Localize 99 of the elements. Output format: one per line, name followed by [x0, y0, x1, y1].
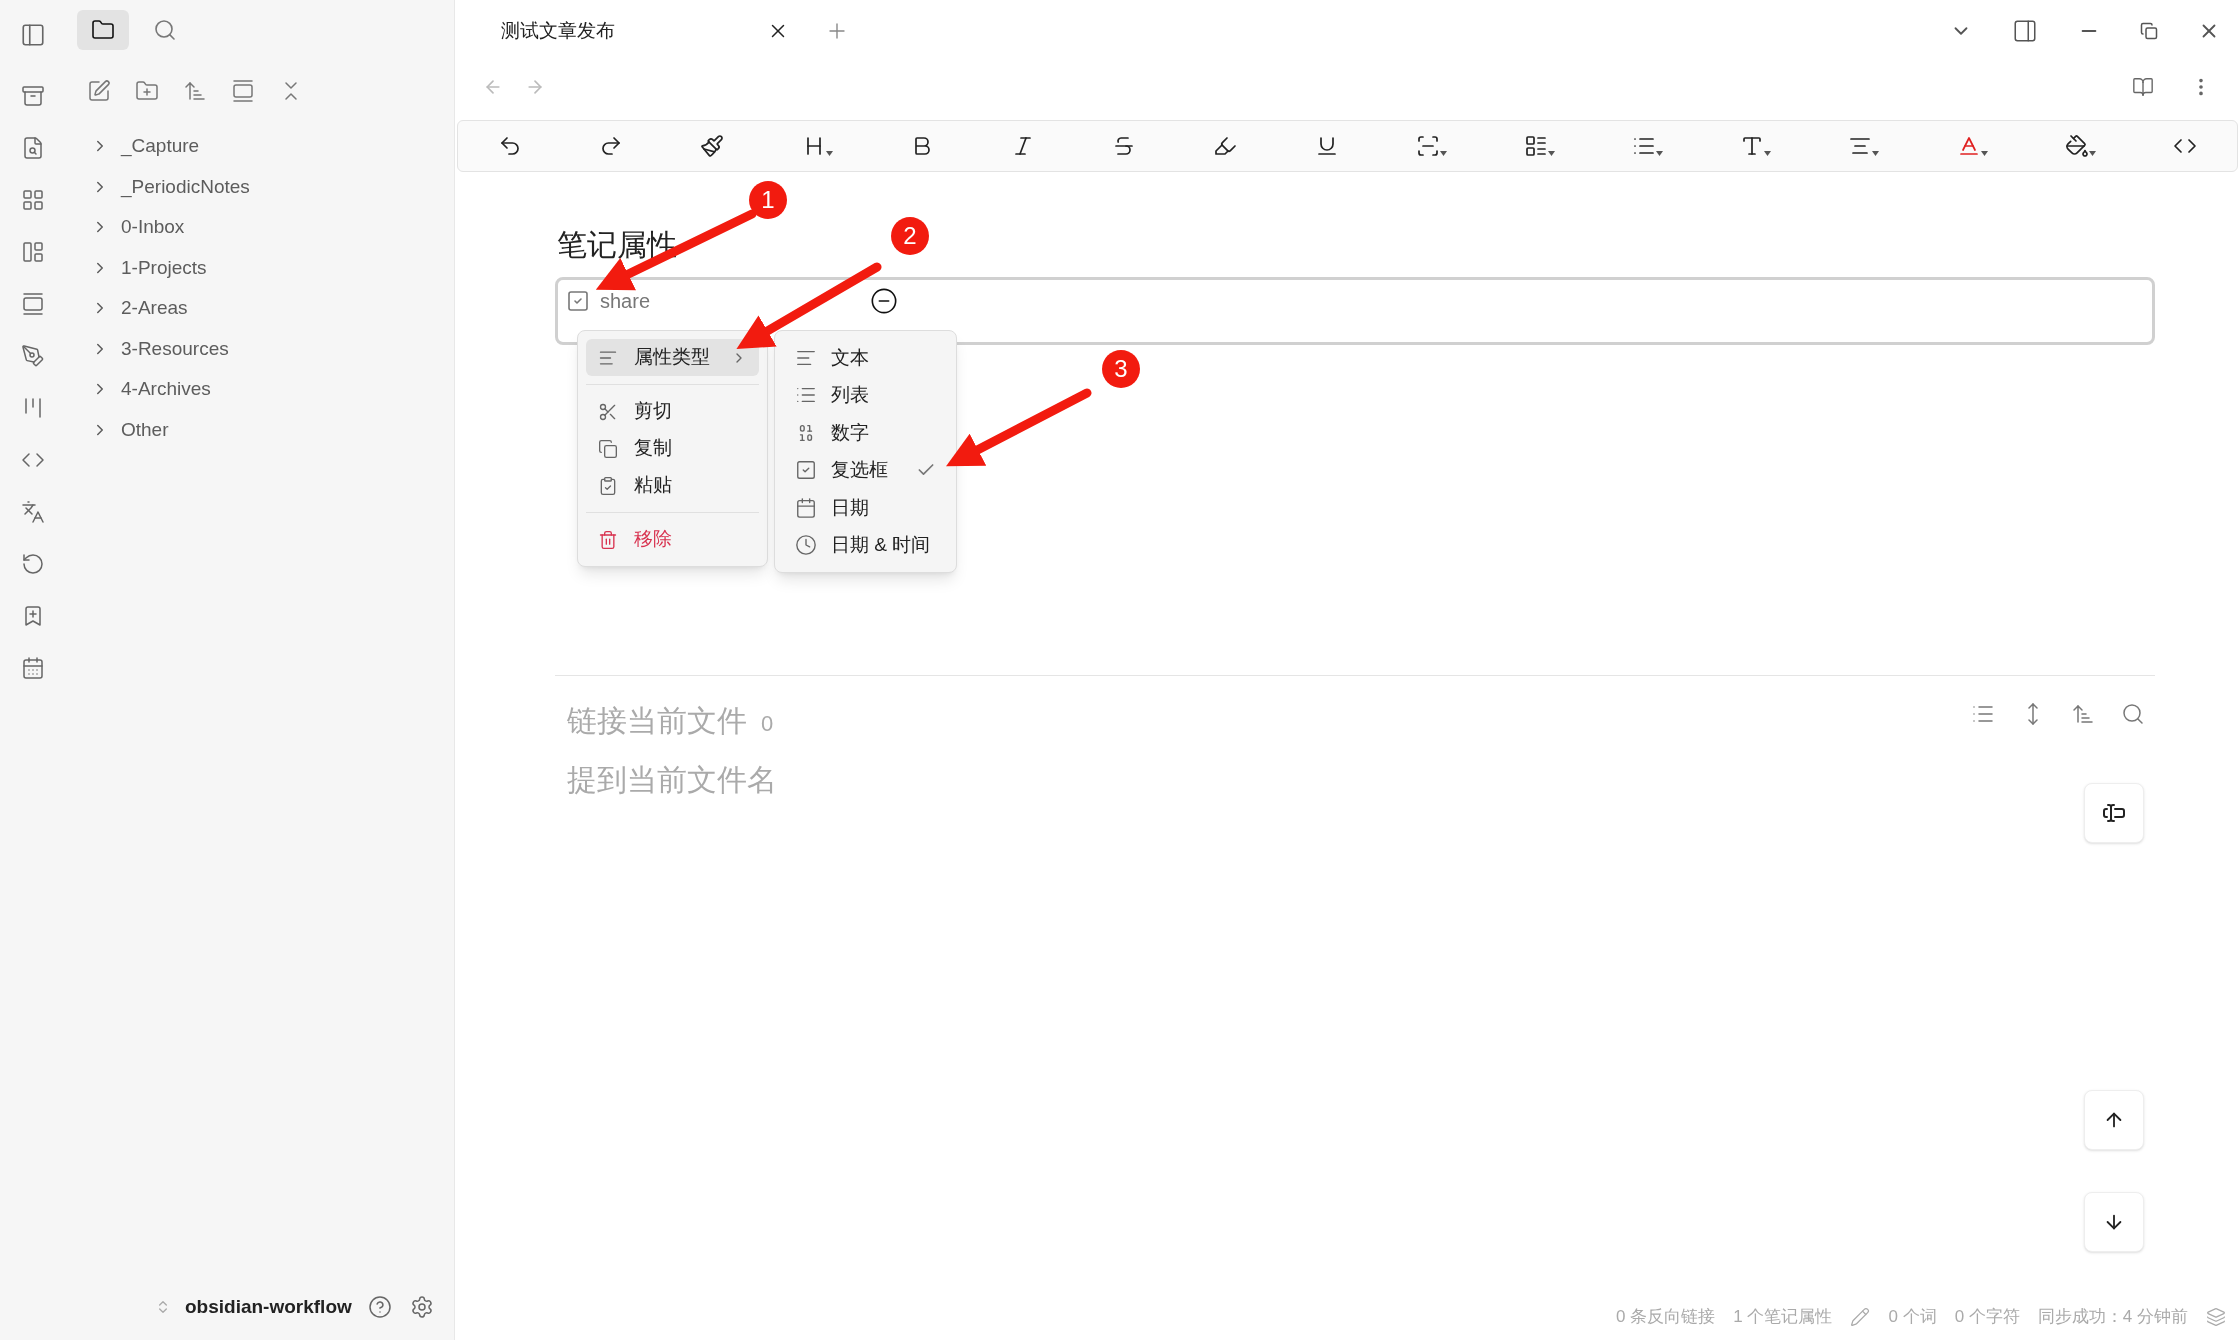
fill-color-icon	[2064, 134, 2089, 158]
folder-item[interactable]: _Capture	[91, 126, 454, 167]
menu-item[interactable]: 列表	[783, 376, 948, 414]
layout-icon	[20, 240, 45, 264]
reading-view-icon[interactable]	[2132, 76, 2154, 98]
folder-item[interactable]: _PeriodicNotes	[91, 166, 454, 207]
undo-button[interactable]	[498, 134, 522, 158]
new-folder-icon	[135, 79, 159, 103]
properties-count: 1 个笔记属性	[1733, 1306, 1833, 1329]
vault-switcher[interactable]: obsidian-workflow	[155, 1292, 352, 1322]
folder-item[interactable]: 2-Areas	[91, 288, 454, 329]
trash-icon	[598, 529, 618, 550]
clock-icon	[795, 534, 817, 557]
menu-item[interactable]: 粘贴	[586, 467, 759, 504]
caret-icon	[1980, 151, 1988, 156]
menu-item[interactable]: 移除	[586, 521, 759, 558]
restore-icon[interactable]	[2140, 22, 2158, 40]
checklist-button[interactable]	[1523, 134, 1555, 158]
help-icon	[368, 1295, 392, 1319]
menu-item-label: 日期 & 时间	[831, 533, 931, 557]
folder-item[interactable]: 4-Archives	[91, 369, 454, 410]
vault-name: obsidian-workflow	[185, 1294, 352, 1319]
menu-item[interactable]: 日期 & 时间	[783, 526, 948, 564]
search-icon	[153, 18, 177, 42]
linked-mentions-count: 0	[761, 710, 774, 738]
right-panel-icon[interactable]	[2012, 18, 2038, 44]
menu-item[interactable]: 文本	[783, 339, 948, 377]
folder-item[interactable]: Other	[91, 409, 454, 450]
search-icon[interactable]	[2121, 702, 2145, 726]
archive-icon	[20, 84, 45, 108]
caret-icon	[1439, 151, 1447, 156]
menu-item-label: 复选框	[831, 458, 888, 482]
caret-icon	[2088, 151, 2096, 156]
menu-item-label: 文本	[831, 345, 869, 370]
grid-icon	[20, 188, 45, 212]
menu-item[interactable]: 日期	[783, 489, 948, 527]
caret-icon	[825, 151, 833, 156]
highlighter-icon	[1213, 134, 1238, 158]
settings-button[interactable]	[410, 1295, 434, 1319]
sidebar-icon	[19, 22, 46, 48]
history-icon	[20, 552, 45, 576]
menu-item[interactable]: 复制	[586, 430, 759, 467]
settings-icon	[410, 1295, 434, 1319]
minus-circle-icon[interactable]	[870, 287, 899, 315]
calendar-icon	[795, 496, 817, 519]
translate-icon	[20, 500, 45, 524]
menu-item-label: 移除	[634, 527, 672, 552]
folder-item[interactable]: 1-Projects	[91, 247, 454, 288]
caret-icon	[1872, 151, 1880, 156]
highlighter-button[interactable]	[1213, 134, 1238, 158]
menu-item-label: 复制	[634, 436, 672, 461]
caret-icon	[1764, 151, 1772, 156]
text-cursor-icon	[2102, 801, 2126, 825]
menu-item[interactable]: 属性类型	[586, 339, 759, 376]
sort-icon	[183, 79, 207, 103]
view-button[interactable]	[231, 79, 255, 103]
menu-item-label: 日期	[831, 495, 869, 520]
menu-item[interactable]: 剪切	[586, 393, 759, 430]
brush-icon	[700, 134, 725, 158]
sync-status: 同步成功：4 分钟前	[2037, 1306, 2188, 1329]
files-tab[interactable]	[77, 10, 129, 50]
checkbox-icon	[795, 459, 817, 482]
sort-button[interactable]	[183, 79, 207, 103]
fill-color-button[interactable]	[2064, 134, 2096, 158]
folder-item[interactable]: 3-Resources	[91, 328, 454, 369]
caret-icon	[1656, 151, 1664, 156]
brush-button[interactable]	[700, 134, 725, 158]
property-name[interactable]: share	[600, 286, 651, 316]
pen-icon	[20, 344, 45, 368]
help-button[interactable]	[368, 1295, 392, 1319]
new-folder-button[interactable]	[135, 79, 159, 103]
cursor-mode-button[interactable]	[2084, 783, 2144, 843]
clipboard-icon	[598, 475, 618, 496]
menu-item-label: 粘贴	[634, 473, 672, 498]
menu-item-label: 属性类型	[634, 345, 710, 370]
menu-item-label: 数字	[831, 420, 869, 445]
menu-item[interactable]: 复选框	[783, 451, 948, 489]
checklist-icon	[1523, 134, 1548, 158]
backlinks-count: 0 条反向链接	[1616, 1306, 1716, 1329]
new-note-icon	[87, 79, 111, 103]
caret-icon	[1547, 151, 1555, 156]
copy-icon	[598, 438, 618, 459]
text-size-button[interactable]	[1740, 134, 1772, 158]
folder-icon	[91, 18, 115, 42]
folder-item[interactable]: 0-Inbox	[91, 207, 454, 248]
view-icon	[231, 79, 255, 103]
scan-button[interactable]	[1415, 134, 1447, 158]
scan-icon	[1415, 134, 1440, 158]
menu-item[interactable]: 数字	[783, 414, 948, 452]
new-note-button[interactable]	[87, 79, 111, 103]
char-count: 0 个字符	[1954, 1306, 2020, 1329]
word-count: 0 个词	[1888, 1306, 1937, 1329]
sort-icon[interactable]	[2071, 702, 2095, 726]
slides-icon	[20, 292, 45, 316]
menu-item-label: 剪切	[634, 399, 672, 424]
calendar-icon	[20, 656, 45, 680]
menu-item-label: 列表	[831, 383, 869, 407]
scissors-icon	[598, 401, 618, 422]
undo-icon	[498, 134, 522, 158]
